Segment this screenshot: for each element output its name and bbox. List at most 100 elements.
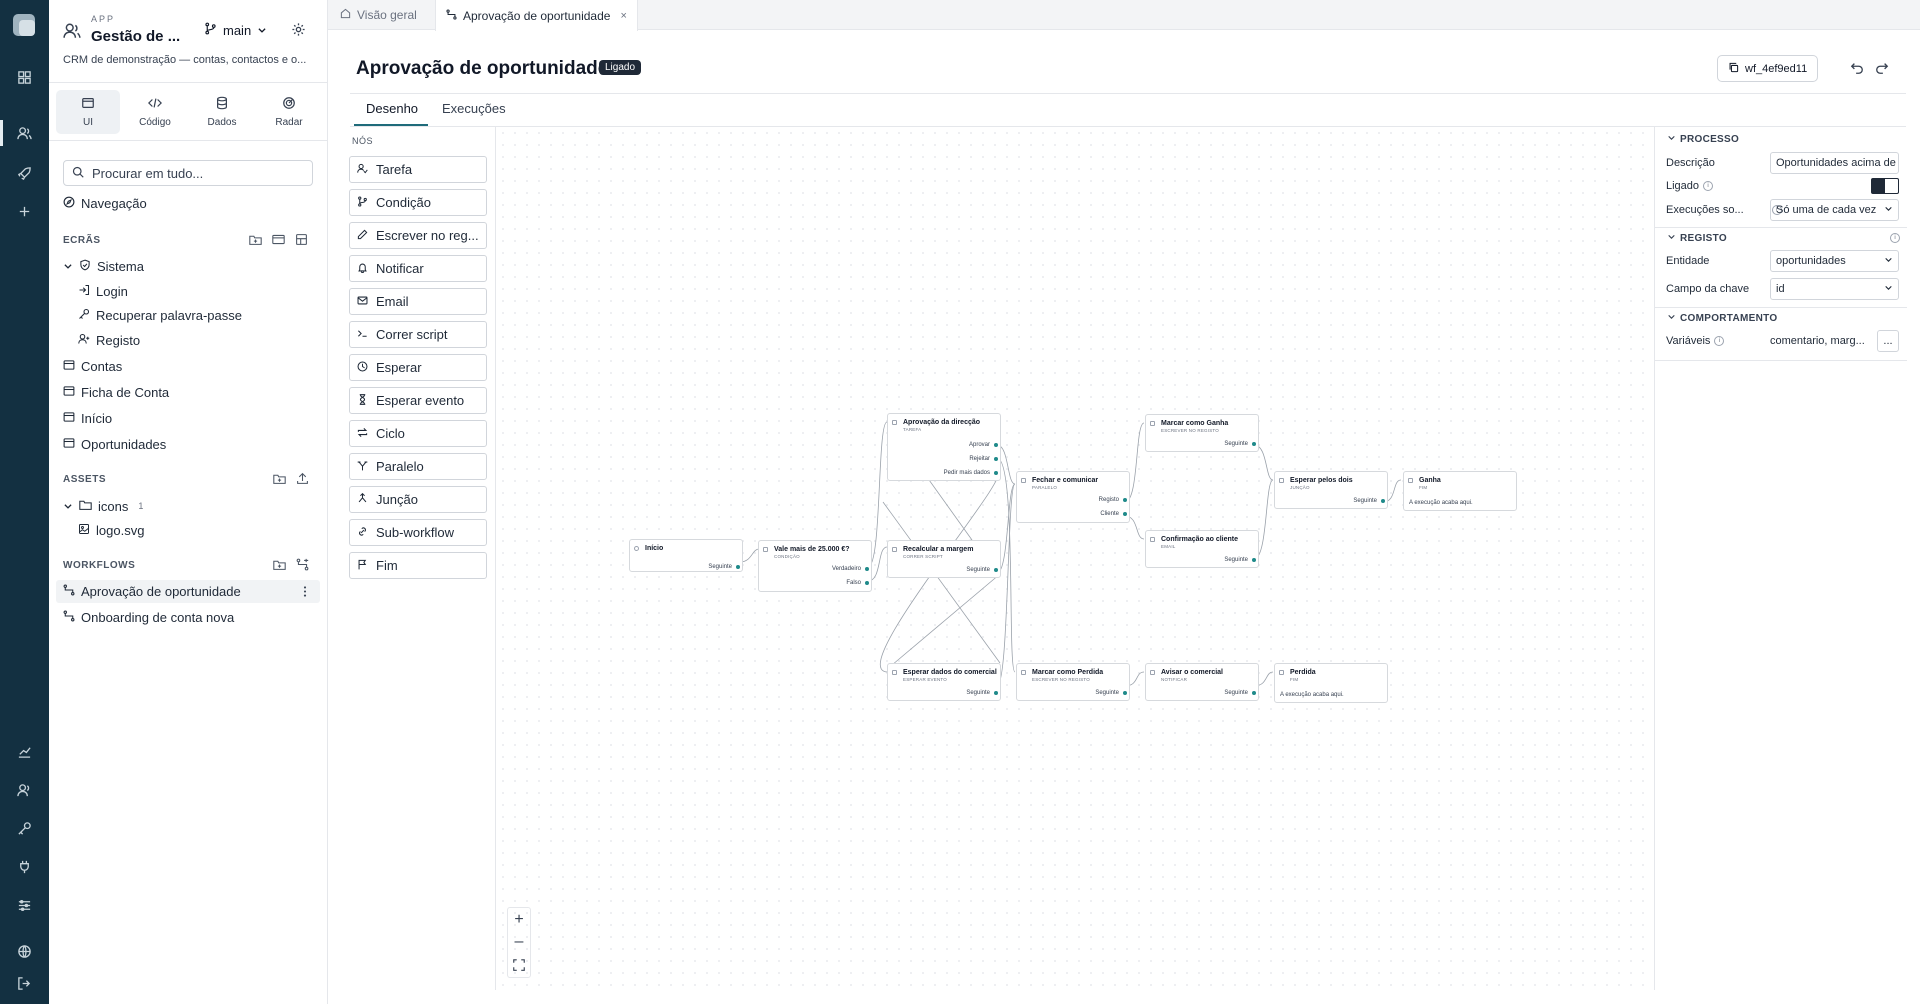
team-icon[interactable] — [0, 777, 49, 803]
output-port[interactable] — [1252, 442, 1256, 446]
zoom-in-button[interactable]: + — [507, 909, 531, 931]
tree-item-sistema[interactable]: Sistema — [63, 259, 144, 274]
output-port[interactable] — [994, 691, 998, 695]
campo-select[interactable]: id — [1770, 278, 1899, 300]
info-icon[interactable]: i — [1714, 336, 1725, 346]
info-icon[interactable]: i — [1703, 181, 1714, 191]
close-icon[interactable]: × — [620, 10, 626, 22]
tab-runs[interactable]: Execuções — [442, 101, 506, 116]
tab-workflow[interactable]: Aprovação de oportunidade × — [435, 0, 638, 31]
palette-item-wait[interactable]: Esperar — [349, 354, 487, 381]
workflow-item-onboarding[interactable]: Onboarding de conta nova — [63, 610, 234, 625]
new-folder-icon[interactable] — [273, 472, 286, 488]
tree-item-inicio[interactable]: Início — [63, 411, 112, 426]
sliders-icon[interactable] — [0, 892, 49, 918]
plus-icon[interactable] — [0, 198, 49, 224]
output-port[interactable] — [865, 567, 869, 571]
new-screen-icon[interactable] — [272, 233, 285, 249]
output-port[interactable] — [994, 457, 998, 461]
node-marcar-perdida[interactable]: Marcar como Perdida ESCREVER NO REGISTO … — [1016, 663, 1130, 701]
tree-item-recuperar[interactable]: Recuperar palavra-passe — [78, 308, 242, 323]
tree-item-registo[interactable]: Registo — [78, 333, 140, 348]
layout-grid-icon[interactable] — [295, 233, 308, 249]
palette-item-email[interactable]: Email — [349, 288, 487, 315]
section-registo[interactable]: REGISTO — [1667, 232, 1727, 244]
output-port[interactable] — [1123, 512, 1127, 516]
fit-view-icon[interactable] — [507, 954, 531, 976]
node-avisar[interactable]: Avisar o comercial NOTIFICAR Seguinte — [1145, 663, 1259, 701]
section-processo[interactable]: PROCESSO — [1667, 133, 1739, 145]
globe-icon[interactable] — [0, 938, 49, 964]
chevron-down-icon[interactable] — [63, 259, 73, 274]
node-vale-mais[interactable]: Vale mais de 25.000 €? CONDIÇÃO Verdadei… — [758, 540, 872, 592]
entidade-select[interactable]: oportunidades — [1770, 250, 1899, 272]
output-port[interactable] — [994, 568, 998, 572]
mode-data[interactable]: Dados — [190, 90, 254, 134]
node-fechar[interactable]: Fechar e comunicar PARALELO Registo Clie… — [1016, 471, 1130, 523]
section-comportamento[interactable]: COMPORTAMENTO — [1667, 312, 1777, 324]
new-folder-icon[interactable] — [249, 233, 262, 249]
palette-item-script[interactable]: Correr script — [349, 321, 487, 348]
tree-item-login[interactable]: Login — [78, 284, 128, 299]
node-esperar-dados[interactable]: Esperar dados do comercial ESPERAR EVENT… — [887, 663, 1001, 701]
dashboard-icon[interactable] — [0, 64, 49, 90]
output-port[interactable] — [1252, 691, 1256, 695]
palette-item-write-record[interactable]: Escrever no reg... — [349, 222, 487, 249]
palette-item-join[interactable]: Junção — [349, 486, 487, 513]
node-esperar-dois[interactable]: Esperar pelos dois JUNÇÃO Seguinte — [1274, 471, 1388, 509]
palette-item-end[interactable]: Fim — [349, 552, 487, 579]
descricao-input[interactable]: Oportunidades acima de — [1770, 152, 1899, 174]
variaveis-more-button[interactable]: ... — [1877, 330, 1899, 352]
zoom-out-button[interactable]: – — [507, 931, 531, 953]
tree-item-oportunidades[interactable]: Oportunidades — [63, 437, 166, 452]
tab-design[interactable]: Desenho — [366, 101, 418, 116]
plug-icon[interactable] — [0, 853, 49, 879]
execucoes-select[interactable]: Só uma de cada vez — [1770, 199, 1899, 221]
users-icon[interactable] — [0, 120, 49, 146]
output-port[interactable] — [1123, 498, 1127, 502]
palette-item-subworkflow[interactable]: Sub-workflow — [349, 519, 487, 546]
palette-item-parallel[interactable]: Paralelo — [349, 453, 487, 480]
gear-icon[interactable] — [291, 22, 306, 40]
output-port[interactable] — [1123, 691, 1127, 695]
output-port[interactable] — [736, 565, 740, 569]
output-port[interactable] — [1381, 499, 1385, 503]
output-port[interactable] — [865, 581, 869, 585]
palette-item-notify[interactable]: Notificar — [349, 255, 487, 282]
tree-item-icons-folder[interactable]: icons 1 — [63, 498, 143, 514]
node-marcar-ganha[interactable]: Marcar como Ganha ESCREVER NO REGISTO Se… — [1145, 414, 1259, 452]
ligado-toggle[interactable] — [1871, 178, 1899, 194]
output-port[interactable] — [994, 471, 998, 475]
upload-icon[interactable] — [296, 472, 309, 488]
more-vertical-icon[interactable] — [300, 585, 310, 601]
search-input[interactable]: Procurar em tudo... — [63, 160, 313, 186]
palette-item-task[interactable]: Tarefa — [349, 156, 487, 183]
chart-icon[interactable] — [0, 738, 49, 764]
node-ganha[interactable]: Ganha FIM A execução acaba aqui. — [1403, 471, 1517, 511]
tree-item-ficha[interactable]: Ficha de Conta — [63, 385, 169, 400]
navigation-link[interactable]: Navegação — [63, 196, 147, 211]
key-icon[interactable] — [0, 815, 49, 841]
palette-item-wait-event[interactable]: Esperar evento — [349, 387, 487, 414]
workflow-canvas[interactable]: Início Seguinte Vale mais de 25.000 €? C… — [497, 127, 1654, 990]
tab-overview[interactable]: Visão geral — [330, 0, 427, 30]
chevron-down-icon[interactable] — [63, 499, 73, 514]
palette-item-condition[interactable]: Condição — [349, 189, 487, 216]
undo-icon[interactable] — [1850, 61, 1864, 78]
mode-ui[interactable]: UI — [56, 90, 120, 134]
node-inicio[interactable]: Início Seguinte — [629, 539, 743, 572]
copy-id-button[interactable]: wf_4ef9ed11 — [1717, 55, 1819, 82]
workflow-item-aprovacao[interactable]: Aprovação de oportunidade — [63, 584, 241, 599]
palette-item-loop[interactable]: Ciclo — [349, 420, 487, 447]
tree-item-logo[interactable]: logo.svg — [78, 523, 144, 538]
mode-radar[interactable]: Radar — [257, 90, 321, 134]
node-confirmacao[interactable]: Confirmação ao cliente EMAIL Seguinte — [1145, 530, 1259, 568]
mode-code[interactable]: Código — [123, 90, 187, 134]
node-recalcular[interactable]: Recalcular a margem CORRER SCRIPT Seguin… — [887, 540, 1001, 578]
redo-icon[interactable] — [1875, 61, 1889, 78]
tree-item-contas[interactable]: Contas — [63, 359, 122, 374]
node-perdida[interactable]: Perdida FIM A execução acaba aqui. — [1274, 663, 1388, 703]
output-port[interactable] — [994, 443, 998, 447]
rocket-icon[interactable] — [0, 160, 49, 186]
new-workflow-icon[interactable] — [296, 558, 309, 574]
